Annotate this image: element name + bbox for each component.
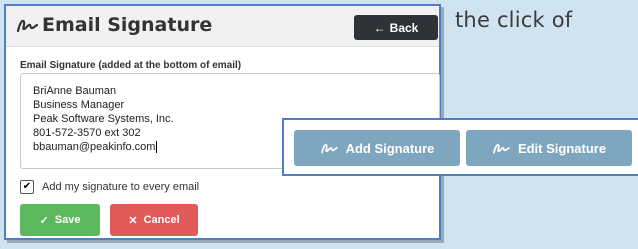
text-caret: [156, 141, 158, 154]
save-button[interactable]: ✓ Save: [20, 204, 100, 236]
signature-actions-panel: Add Signature Edit Signature: [282, 118, 638, 176]
arrow-left-icon: ←: [373, 20, 386, 35]
save-button-label: Save: [54, 214, 81, 226]
add-signature-button[interactable]: Add Signature: [294, 130, 460, 166]
add-signature-checkbox[interactable]: ✔: [20, 180, 34, 194]
signature-line: Business Manager: [33, 99, 125, 111]
back-button[interactable]: ← Back: [354, 15, 438, 40]
add-signature-label: Add Signature: [345, 140, 435, 156]
panel-header: Email Signature ← Back: [6, 6, 439, 47]
back-button-label: Back: [389, 20, 419, 35]
signature-icon: [320, 141, 338, 155]
background-text: the click of: [455, 8, 573, 32]
signature-line: BriAnne Bauman: [33, 85, 117, 97]
signature-email: bbauman@peakinfo.com: [33, 141, 156, 153]
add-signature-checkbox-row: ✔ Add my signature to every email: [20, 180, 199, 194]
cancel-button-label: Cancel: [143, 214, 180, 226]
checkbox-label: Add my signature to every email: [42, 181, 200, 193]
signature-icon: [492, 141, 510, 155]
edit-signature-button[interactable]: Edit Signature: [466, 130, 632, 166]
checkmark-icon: ✓: [39, 214, 49, 227]
page-title: Email Signature: [42, 14, 213, 36]
signature-icon: [16, 16, 38, 34]
close-icon: ✕: [128, 214, 138, 227]
cancel-button[interactable]: ✕ Cancel: [110, 204, 198, 236]
edit-signature-label: Edit Signature: [517, 140, 607, 156]
signature-field-label: Email Signature (added at the bottom of …: [20, 60, 242, 71]
